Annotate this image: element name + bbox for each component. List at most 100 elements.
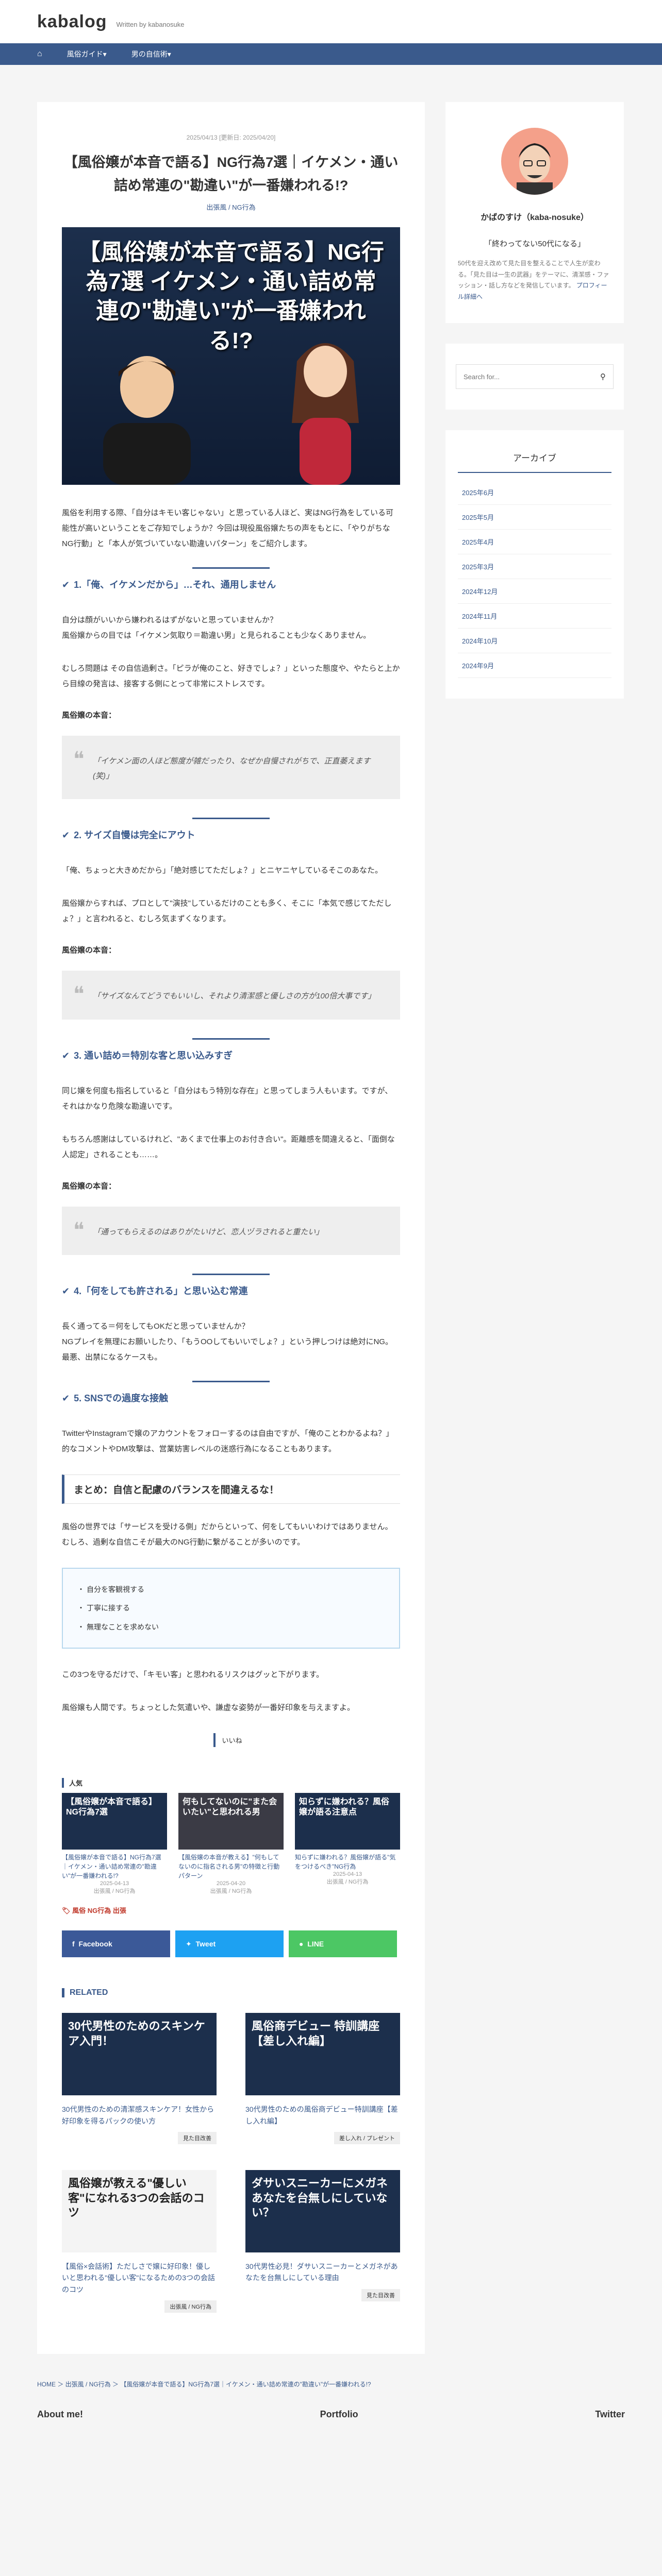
twitter-icon: ✦ xyxy=(186,1939,196,1948)
matome-body-1: 風俗の世界では「サービスを受ける側」だからといって、何をしてもいいわけではありま… xyxy=(62,1522,393,1547)
section-heading-2: ✔ 2. サイズ自慢は完全にアウト xyxy=(62,820,400,849)
popular-date: 2025-04-20 xyxy=(216,1880,246,1887)
popular-cat: 出張風 / NG行為 xyxy=(210,1888,252,1895)
quote-icon: ❝ xyxy=(73,983,85,1006)
archive-item[interactable]: 2025年6月 xyxy=(458,480,611,505)
archive-item[interactable]: 2024年9月 xyxy=(458,653,611,679)
related-card[interactable]: 風俗商デビュー 特訓講座【差し入れ編】 30代男性のための風俗商デビュー特訓講座… xyxy=(245,2013,400,2145)
global-nav: ⌂ 風俗ガイド▾ 男の自信術▾ xyxy=(0,43,662,65)
quote-block: ❝ 「通ってもらえるのはありがたいけど、恋人ヅラされると重たい」 xyxy=(62,1206,400,1256)
popular-thumb[interactable]: 何もしてないのに"また会いたい"と思われる男 xyxy=(178,1793,284,1850)
popular-date: 2025-04-13 xyxy=(333,1871,362,1878)
archive-item[interactable]: 2025年4月 xyxy=(458,530,611,555)
eyecatch-image: 【風俗嬢が本音で語る】NG行為7選 イケメン・通い詰め常連の"勘違い"が一番嫌わ… xyxy=(62,227,400,485)
section-heading-4: ✔ 4.「何をしても許される」と思い込む常連 xyxy=(62,1276,400,1304)
popular-title[interactable]: 知らずに嫌われる？風俗嬢が語る"気をつけるべき"NG行為 xyxy=(295,1853,400,1871)
archive-item[interactable]: 2024年11月 xyxy=(458,604,611,629)
related-category[interactable]: 見た目改善 xyxy=(178,2132,217,2145)
page-layout: 2025/04/13 [更新日: 2025/04/20] 【風俗嬢が本音で語る】… xyxy=(0,65,662,2354)
profile-desc: 50代を迎え改めて見た目を整えることで人生が変わる。「見た目は一生の武器」をテー… xyxy=(458,260,609,300)
popular-title[interactable]: 【風俗嬢の本音が教える】"何もしてないのに指名される男"の特徴と行動パターン xyxy=(178,1853,284,1880)
section-heading-1: ✔ 1.「俺、イケメンだから」…それ、通用しません xyxy=(62,569,400,598)
section-heading-5: ✔ 5. SNSでの過度な接触 xyxy=(62,1383,400,1412)
related-title[interactable]: 30代男性必見！ダサいスニーカーとメガネがあなたを台無しにしている理由 xyxy=(245,2261,400,2284)
popular-thumb[interactable]: 知らずに嫌われる？風俗嬢が語る注意点 xyxy=(295,1793,400,1850)
post-meta: 2025/04/13 [更新日: 2025/04/20] xyxy=(186,134,276,141)
archive-title: アーカイブ xyxy=(458,451,611,473)
man-illustration xyxy=(103,356,191,485)
popular-card[interactable]: 何もしてないのに"また会いたい"と思われる男 【風俗嬢の本音が教える】"何もして… xyxy=(178,1793,284,1895)
footer-portfolio-heading: Portfolio xyxy=(320,2409,358,2420)
popular-thumb[interactable]: 【風俗嬢が本音で語る】NG行為7選 xyxy=(62,1793,167,1850)
honne-label: 風俗嬢の本音： xyxy=(62,1181,117,1191)
breadcrumb[interactable]: HOME ＞ 出張風 / NG行為 ＞ 【風俗嬢が本音で語る】NG行為7選｜イケ… xyxy=(0,2354,662,2409)
article-main: 2025/04/13 [更新日: 2025/04/20] 【風俗嬢が本音で語る】… xyxy=(37,102,425,2354)
footer-about-heading: About me! xyxy=(37,2409,83,2420)
popular-card[interactable]: 【風俗嬢が本音で語る】NG行為7選 【風俗嬢が本音で語る】NG行為7選｜イケメン… xyxy=(62,1793,167,1895)
section-2-body-2: 風俗嬢からすれば、プロとして"演技"しているだけのことも多く、そこに「本気で感じ… xyxy=(62,899,392,924)
list-item: 丁寧に接する xyxy=(77,1599,385,1618)
related-category[interactable]: 出張風 / NG行為 xyxy=(164,2300,217,2313)
related-title[interactable]: 【風俗×会話術】ただしさで嬢に好印象！優しいと思われる"優しい客"になるための3… xyxy=(62,2261,217,2295)
related-heading: RELATED xyxy=(62,1988,400,1998)
nav-item-jishin[interactable]: 男の自信術▾ xyxy=(131,49,171,59)
related-title[interactable]: 30代男性のための清潔感スキンケア！女性から好印象を得るパックの使い方 xyxy=(62,2104,217,2127)
archive-item[interactable]: 2024年12月 xyxy=(458,579,611,604)
honne-label: 風俗嬢の本音： xyxy=(62,946,117,955)
line-share-button[interactable]: ● LINE xyxy=(289,1930,397,1958)
popular-title[interactable]: 【風俗嬢が本音で語る】NG行為7選｜イケメン・通い詰め常連の"勘違い"が一番嫌わ… xyxy=(62,1853,167,1880)
home-icon[interactable]: ⌂ xyxy=(37,49,42,59)
list-item: 自分を客観視する xyxy=(77,1580,385,1599)
facebook-share-button[interactable]: f Facebook xyxy=(62,1930,170,1958)
site-logo[interactable]: kabalog xyxy=(37,12,107,32)
nav-item-fuzoku-guide[interactable]: 風俗ガイド▾ xyxy=(67,49,107,59)
facebook-icon: f xyxy=(72,1940,79,1948)
related-thumb[interactable]: 30代男性のためのスキンケア入門！ xyxy=(62,2013,217,2096)
popular-date: 2025-04-13 xyxy=(100,1880,129,1887)
line-icon: ● xyxy=(299,1940,308,1948)
profile-widget: かばのすけ（kaba-nosuke） 「終わってない50代になる」 50代を迎え… xyxy=(445,102,624,324)
popular-heading: 人気 xyxy=(62,1778,400,1788)
archive-widget: アーカイブ 2025年6月 2025年5月 2025年4月 2025年3月 20… xyxy=(445,430,624,699)
like-button[interactable]: いいね xyxy=(213,1733,248,1748)
section-heading-3: ✔ 3. 通い詰め＝特別な客と思い込みすぎ xyxy=(62,1040,400,1069)
related-category[interactable]: 見た目改善 xyxy=(361,2289,400,2301)
related-thumb[interactable]: 風俗嬢が教える"優しい客"になれる3つの会話のコツ xyxy=(62,2170,217,2253)
archive-item[interactable]: 2025年3月 xyxy=(458,554,611,580)
sidebar: かばのすけ（kaba-nosuke） 「終わってない50代になる」 50代を迎え… xyxy=(445,102,624,2354)
related-thumb[interactable]: ダサいスニーカーにメガネあなたを台無しにしていない？ xyxy=(245,2170,400,2253)
section-1-body-2: むしろ問題は その自信過剰さ。「ピラが俺のこと、好きでしょ？」といった態度や、や… xyxy=(62,664,400,689)
related-title[interactable]: 30代男性のための風俗商デビュー特訓講座【差し入れ編】 xyxy=(245,2104,400,2127)
related-card[interactable]: ダサいスニーカーにメガネあなたを台無しにしていない？ 30代男性必見！ダサいスニ… xyxy=(245,2170,400,2313)
popular-card[interactable]: 知らずに嫌われる？風俗嬢が語る注意点 知らずに嫌われる？風俗嬢が語る"気をつける… xyxy=(295,1793,400,1895)
site-tagline: Written by kabanosuke xyxy=(116,20,185,28)
matome-heading: まとめ：自信と配慮のバランスを間違えるな！ xyxy=(62,1475,400,1504)
tips-box: 自分を客観視する 丁寧に接する 無理なことを求めない xyxy=(62,1568,400,1649)
quote-block: ❝ 「サイズなんてどうでもいいし、それより清潔感と優しさの方が100倍大事です」 xyxy=(62,971,400,1020)
tag-icon: 🏷 xyxy=(62,1907,73,1915)
share-buttons: f Facebook ✦ Tweet ● LINE xyxy=(62,1930,400,1958)
category-link[interactable]: 出張風 / NG行為 xyxy=(62,202,400,212)
search-icon[interactable]: ⚲ xyxy=(600,372,606,381)
archive-item[interactable]: 2025年5月 xyxy=(458,505,611,530)
list-item: 無理なことを求めない xyxy=(77,1618,385,1637)
related-card[interactable]: 30代男性のためのスキンケア入門！ 30代男性のための清潔感スキンケア！女性から… xyxy=(62,2013,217,2145)
quote-icon: ❝ xyxy=(73,1218,85,1242)
site-header: kabalog Written by kabanosuke xyxy=(0,0,662,43)
archive-item[interactable]: 2024年10月 xyxy=(458,629,611,654)
matome-body-3: 風俗嬢も人間です。ちょっとした気遣いや、謙虚な姿勢が一番好印象を与えますよ。 xyxy=(62,1703,355,1713)
related-card[interactable]: 風俗嬢が教える"優しい客"になれる3つの会話のコツ 【風俗×会話術】ただしさで嬢… xyxy=(62,2170,217,2313)
twitter-share-button[interactable]: ✦ Tweet xyxy=(175,1930,284,1958)
search-input[interactable] xyxy=(464,372,598,381)
check-icon: ✔ xyxy=(62,830,70,841)
tag-list[interactable]: 🏷 風俗 NG行為 出張 xyxy=(62,1905,400,1915)
avatar-face-icon xyxy=(517,143,553,195)
section-1-body-1: 自分は顔がいいから嫌われるはずがないと思っていませんか？ 風俗嬢からの目では「イ… xyxy=(62,616,371,640)
honne-label: 風俗嬢の本音： xyxy=(62,711,117,720)
related-thumb[interactable]: 風俗商デビュー 特訓講座【差し入れ編】 xyxy=(245,2013,400,2096)
related-category[interactable]: 差し入れ / プレゼント xyxy=(334,2132,400,2145)
woman-illustration xyxy=(292,343,359,485)
section-2-body-1: 「俺、ちょっと大きめだから」「絶対感じてただしょ？」とニヤニヤしているそこのあな… xyxy=(62,866,383,875)
matome-body-2: この3つを守るだけで、「キモい客」と思われるリスクはグッと下がります。 xyxy=(62,1670,324,1680)
section-3-body-2: もちろん感謝はしているけれど、"あくまで仕事上のお付き合い"。距離感を間違えると… xyxy=(62,1134,395,1159)
